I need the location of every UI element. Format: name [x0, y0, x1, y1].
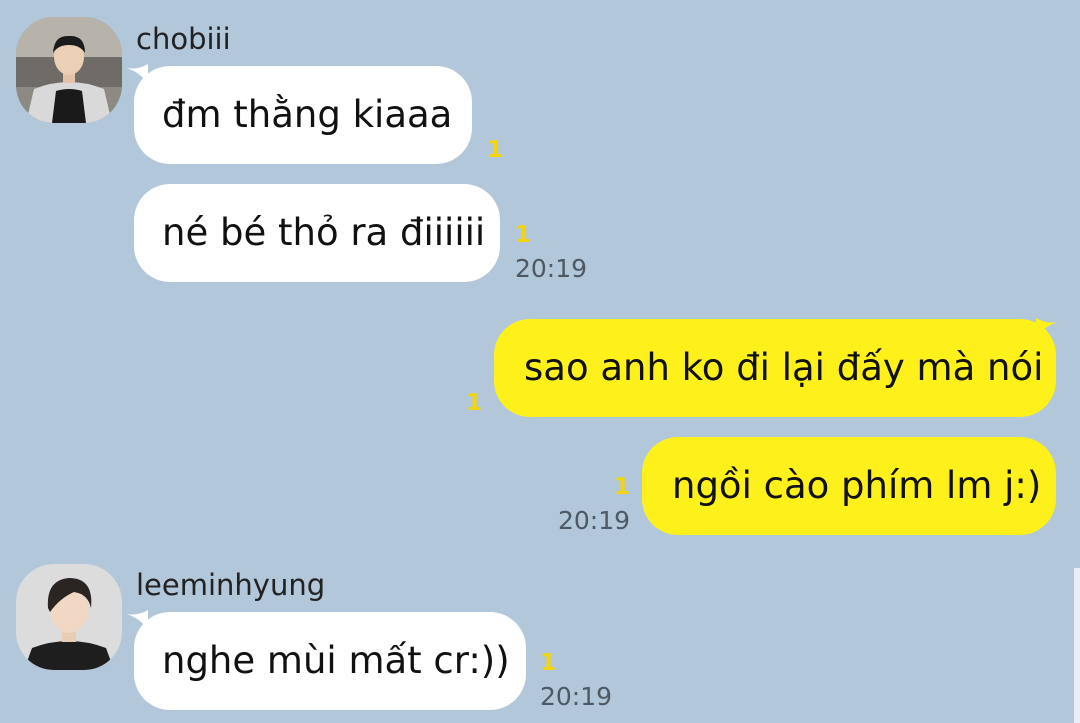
sender-name: leeminhyung — [136, 568, 326, 602]
unread-count: 1 — [540, 650, 557, 676]
sender-avatar-chobiii[interactable] — [16, 17, 122, 123]
message-timestamp: 20:19 — [558, 506, 631, 535]
avatar-photo — [16, 564, 122, 670]
message-text: né bé thỏ ra điiiiii — [162, 211, 486, 254]
message-bubble[interactable]: đm thằng kiaaa — [134, 66, 472, 164]
message-bubble[interactable]: né bé thỏ ra điiiiii — [134, 184, 500, 282]
message-timestamp: 20:19 — [515, 254, 588, 283]
message-bubble[interactable]: sao anh ko đi lại đấy mà nói — [494, 319, 1056, 417]
message-bubble[interactable]: nghe mùi mất cr:)) — [134, 612, 526, 710]
unread-count: 1 — [487, 137, 504, 163]
unread-count: 1 — [466, 390, 483, 416]
unread-count: 1 — [614, 474, 631, 500]
scrollbar[interactable] — [1074, 568, 1080, 723]
message-text: đm thằng kiaaa — [162, 93, 453, 136]
sender-avatar-leeminhyung[interactable] — [16, 564, 122, 670]
unread-count: 1 — [515, 222, 532, 248]
message-bubble[interactable]: ngồi cào phím lm j:) — [642, 437, 1056, 535]
message-text: ngồi cào phím lm j:) — [672, 464, 1042, 507]
avatar-photo — [16, 17, 122, 123]
sender-name: chobiii — [136, 22, 231, 56]
message-timestamp: 20:19 — [540, 682, 613, 711]
message-text: nghe mùi mất cr:)) — [162, 639, 510, 682]
message-text: sao anh ko đi lại đấy mà nói — [524, 346, 1044, 389]
